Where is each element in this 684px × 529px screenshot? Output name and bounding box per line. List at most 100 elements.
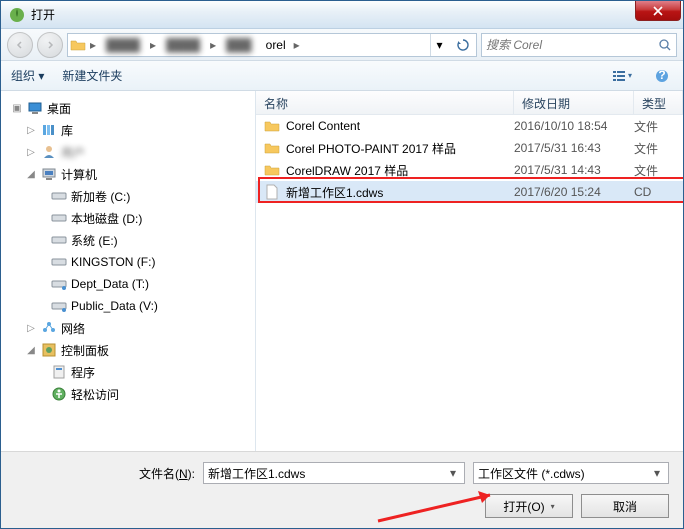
folder-icon bbox=[70, 37, 86, 53]
file-row[interactable]: Corel Content 2016/10/10 18:54文件 bbox=[256, 115, 683, 137]
file-type: 文件 bbox=[634, 162, 683, 179]
open-button[interactable]: 打开(O) bbox=[485, 494, 573, 518]
search-box[interactable] bbox=[481, 33, 677, 57]
breadcrumb-dropdown[interactable]: ▾ bbox=[430, 34, 448, 56]
tree-drive-c[interactable]: 新加卷 (C:) bbox=[3, 185, 255, 207]
refresh-button[interactable] bbox=[452, 34, 474, 56]
new-folder-button[interactable]: 新建文件夹 bbox=[62, 67, 122, 84]
chevron-right-icon[interactable]: ▷ bbox=[25, 147, 37, 158]
control-panel-icon bbox=[41, 342, 57, 358]
file-name: Corel PHOTO-PAINT 2017 样品 bbox=[286, 140, 456, 157]
file-icon bbox=[264, 184, 280, 200]
chevron-down-icon[interactable]: ▾ bbox=[446, 466, 460, 480]
filename-combo[interactable]: 新增工作区1.cdws ▾ bbox=[203, 462, 465, 484]
folder-icon bbox=[264, 118, 280, 134]
tree-drive-t[interactable]: Dept_Data (T:) bbox=[3, 273, 255, 295]
footer: 文件名(N): 新增工作区1.cdws ▾ 工作区文件 (*.cdws) ▾ 打… bbox=[1, 451, 683, 528]
user-icon bbox=[41, 144, 57, 160]
file-type: 文件 bbox=[634, 140, 683, 157]
libraries-icon bbox=[41, 122, 57, 138]
file-name: CorelDRAW 2017 样品 bbox=[286, 162, 408, 179]
file-rows[interactable]: Corel Content2016/10/10 18:54文件Corel PHO… bbox=[256, 115, 683, 451]
chevron-down-icon[interactable]: ◢ bbox=[25, 169, 37, 180]
tree-drive-f[interactable]: KINGSTON (F:) bbox=[3, 251, 255, 273]
file-name: 新增工作区1.cdws bbox=[286, 184, 383, 201]
filename-label: 文件名(N): bbox=[15, 465, 195, 482]
folder-icon bbox=[264, 140, 280, 156]
breadcrumb-item-blurred[interactable]: ███ bbox=[220, 35, 258, 55]
column-headers: 名称 修改日期 类型 bbox=[256, 91, 683, 115]
tree-libraries[interactable]: ▷ 库 bbox=[3, 119, 255, 141]
file-row[interactable]: Corel PHOTO-PAINT 2017 样品 2017/5/31 16:43… bbox=[256, 137, 683, 159]
file-date: 2017/6/20 15:24 bbox=[514, 185, 634, 199]
breadcrumb-box[interactable]: ▸ ████ ▸ ████ ▸ ███ orel ▸ ▾ bbox=[67, 33, 477, 57]
drive-icon bbox=[51, 210, 67, 226]
network-icon bbox=[41, 320, 57, 336]
open-dialog-window: 打开 ▸ ████ ▸ ████ ▸ ███ orel ▸ ▾ bbox=[0, 0, 684, 529]
file-type: CD bbox=[634, 185, 683, 199]
chevron-right-icon[interactable]: ▷ bbox=[25, 125, 37, 136]
nav-forward-button[interactable] bbox=[37, 32, 63, 58]
tree-drive-e[interactable]: 系统 (E:) bbox=[3, 229, 255, 251]
file-type: 文件 bbox=[634, 118, 683, 135]
filename-value: 新增工作区1.cdws bbox=[208, 465, 446, 482]
tree-drive-v[interactable]: Public_Data (V:) bbox=[3, 295, 255, 317]
tree-control-panel[interactable]: ◢ 控制面板 bbox=[3, 339, 255, 361]
dialog-body: ▣ 桌面 ▷ 库 ▷ 用户 ◢ 计算机 新加卷 (C:) bbox=[1, 91, 683, 451]
help-button[interactable]: ? bbox=[651, 65, 673, 87]
search-input[interactable] bbox=[486, 38, 658, 52]
titlebar: 打开 bbox=[1, 1, 683, 29]
filter-value: 工作区文件 (*.cdws) bbox=[478, 465, 650, 482]
ease-access-icon bbox=[51, 386, 67, 402]
programs-icon bbox=[51, 364, 67, 380]
address-bar: ▸ ████ ▸ ████ ▸ ███ orel ▸ ▾ bbox=[1, 29, 683, 61]
tree-ease-access[interactable]: 轻松访问 bbox=[3, 383, 255, 405]
tree-user[interactable]: ▷ 用户 bbox=[3, 141, 255, 163]
file-name: Corel Content bbox=[286, 119, 360, 133]
refresh-icon bbox=[456, 38, 470, 52]
chevron-down-icon[interactable]: ◢ bbox=[25, 345, 37, 356]
navigation-pane[interactable]: ▣ 桌面 ▷ 库 ▷ 用户 ◢ 计算机 新加卷 (C:) bbox=[1, 91, 256, 451]
folder-icon bbox=[264, 162, 280, 178]
column-name[interactable]: 名称 bbox=[256, 91, 514, 114]
tree-computer[interactable]: ◢ 计算机 bbox=[3, 163, 255, 185]
network-drive-icon bbox=[51, 298, 67, 314]
svg-text:?: ? bbox=[658, 69, 665, 82]
view-mode-button[interactable]: ▾ bbox=[611, 65, 633, 87]
organize-menu[interactable]: 组织 ▾ bbox=[11, 67, 44, 84]
breadcrumb-sep: ▸ bbox=[90, 38, 96, 52]
file-row[interactable]: CorelDRAW 2017 样品 2017/5/31 14:43文件 bbox=[256, 159, 683, 181]
chevron-down-icon[interactable]: ▾ bbox=[650, 466, 664, 480]
close-button[interactable] bbox=[635, 1, 681, 21]
file-date: 2017/5/31 14:43 bbox=[514, 163, 634, 177]
network-drive-icon bbox=[51, 276, 67, 292]
window-title: 打开 bbox=[31, 6, 55, 23]
chevron-right-icon[interactable]: ▷ bbox=[25, 323, 37, 334]
cancel-button[interactable]: 取消 bbox=[581, 494, 669, 518]
arrow-right-icon bbox=[45, 40, 55, 50]
arrow-left-icon bbox=[15, 40, 25, 50]
tree-drive-d[interactable]: 本地磁盘 (D:) bbox=[3, 207, 255, 229]
column-type[interactable]: 类型 bbox=[634, 91, 683, 114]
toolbar: 组织 ▾ 新建文件夹 ▾ ? bbox=[1, 61, 683, 91]
twisty-icon[interactable]: ▣ bbox=[11, 103, 23, 114]
column-date[interactable]: 修改日期 bbox=[514, 91, 634, 114]
app-icon bbox=[9, 7, 25, 23]
view-icon bbox=[612, 69, 628, 83]
tree-network[interactable]: ▷ 网络 bbox=[3, 317, 255, 339]
drive-icon bbox=[51, 232, 67, 248]
desktop-icon bbox=[27, 100, 43, 116]
drive-icon bbox=[51, 254, 67, 270]
file-date: 2016/10/10 18:54 bbox=[514, 119, 634, 133]
breadcrumb-item-blurred[interactable]: ████ bbox=[160, 35, 206, 55]
breadcrumb-item-blurred[interactable]: ████ bbox=[100, 35, 146, 55]
file-row[interactable]: 新增工作区1.cdws 2017/6/20 15:24CD bbox=[256, 181, 683, 203]
breadcrumb-item-last[interactable]: orel bbox=[262, 38, 290, 52]
nav-back-button[interactable] bbox=[7, 32, 33, 58]
tree-desktop[interactable]: ▣ 桌面 bbox=[3, 97, 255, 119]
tree-programs[interactable]: 程序 bbox=[3, 361, 255, 383]
close-icon bbox=[653, 6, 663, 16]
filter-combo[interactable]: 工作区文件 (*.cdws) ▾ bbox=[473, 462, 669, 484]
file-date: 2017/5/31 16:43 bbox=[514, 141, 634, 155]
search-icon bbox=[658, 38, 672, 52]
